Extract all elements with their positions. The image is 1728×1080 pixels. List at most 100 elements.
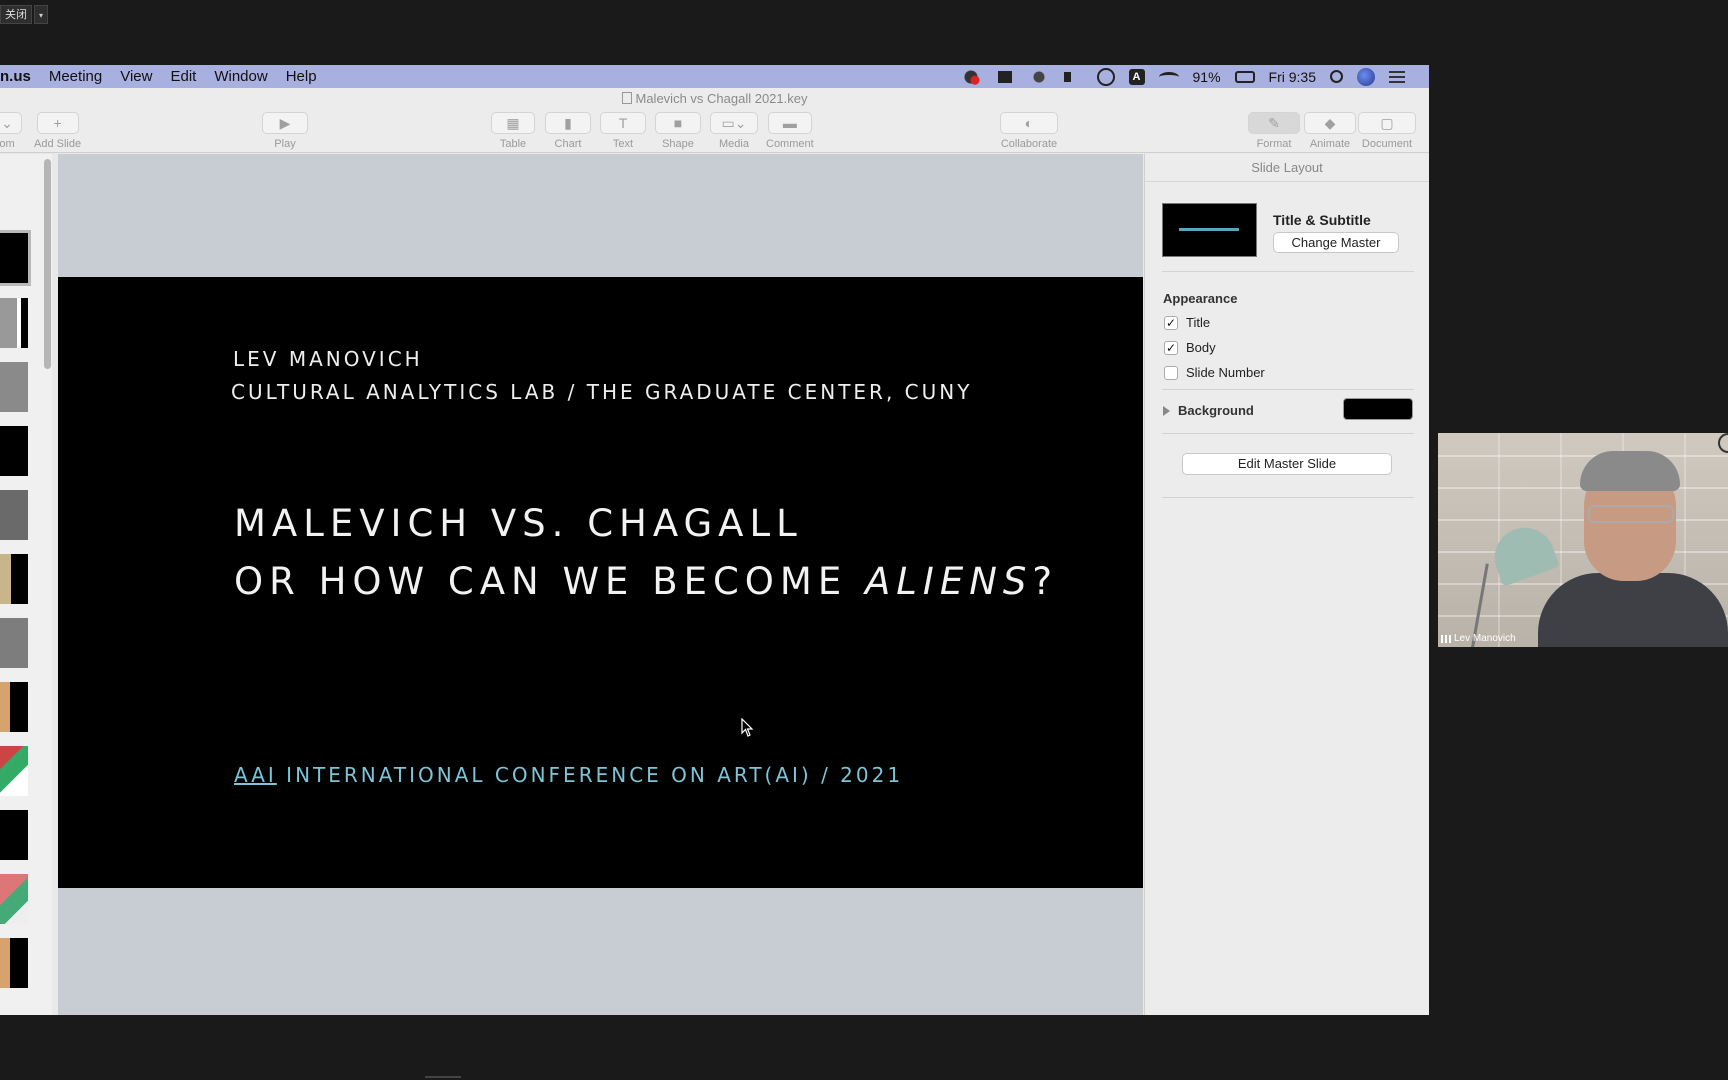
zoom-tool[interactable]: ⌄ om <box>0 112 22 150</box>
media-icon[interactable]: ▭⌄ <box>710 112 758 134</box>
slide-thumbnail[interactable] <box>0 298 28 348</box>
taskbar-indicator <box>425 1076 461 1078</box>
text-tool[interactable]: T Text <box>600 112 646 150</box>
slide-canvas: LEV MANOVICH CULTURAL ANALYTICS LAB / TH… <box>58 154 1143 1015</box>
menu-app-name[interactable]: n.us <box>0 68 40 85</box>
slide-thumbnail[interactable] <box>0 554 28 604</box>
document-title: Malevich vs Chagall 2021.key <box>635 91 808 106</box>
divider <box>1162 389 1414 390</box>
collaborate-tool[interactable]: ◐ Collaborate <box>1000 112 1058 150</box>
cloud-sync-icon[interactable] <box>1028 68 1049 85</box>
comment-icon[interactable]: ▬ <box>767 112 812 134</box>
animate-tool[interactable]: ◆ Animate <box>1304 112 1356 150</box>
chart-tool[interactable]: ▮ Chart <box>545 112 591 150</box>
slide-number-checkbox[interactable] <box>1164 365 1178 380</box>
animate-label: Animate <box>1309 138 1351 150</box>
table-label: Table <box>499 138 527 150</box>
plus-icon[interactable]: + <box>36 112 79 134</box>
signal-bars-icon <box>1441 634 1451 643</box>
spotlight-search-icon[interactable] <box>1330 70 1343 83</box>
slide-conference[interactable]: AAI INTERNATIONAL CONFERENCE ON ART(AI) … <box>234 763 903 787</box>
window-title: Malevich vs Chagall 2021.key <box>0 91 1429 106</box>
document-label: Document <box>1361 138 1413 150</box>
slide-number-checkbox-row[interactable]: Slide Number <box>1164 365 1265 380</box>
title-checkbox[interactable]: ✓ <box>1164 315 1178 330</box>
navigator-scrollbar[interactable] <box>44 159 51 369</box>
volume-icon[interactable] <box>1062 68 1083 85</box>
chart-icon[interactable]: ▮ <box>545 112 591 134</box>
zoom-tool-button[interactable]: ⌄ <box>0 112 22 134</box>
format-tool[interactable]: ✎ Format <box>1248 112 1300 150</box>
table-icon[interactable]: ▦ <box>491 112 535 134</box>
media-label: Media <box>719 138 749 150</box>
slide-thumbnail[interactable] <box>0 938 28 988</box>
siri-icon[interactable] <box>1357 67 1375 86</box>
menubar-clock[interactable]: Fri 9:35 <box>1269 69 1316 85</box>
slide-thumbnail[interactable] <box>0 426 28 476</box>
person-hair <box>1580 451 1680 491</box>
collaborate-icon[interactable]: ◐ <box>1000 112 1058 134</box>
bell-icon[interactable] <box>994 68 1015 85</box>
add-slide-tool[interactable]: + Add Slide <box>34 112 81 150</box>
menu-window[interactable]: Window <box>205 68 276 85</box>
zoom-view-control: 关闭 ▾ <box>0 5 48 24</box>
slide-number-checkbox-label: Slide Number <box>1186 365 1265 380</box>
slide-affiliation[interactable]: CULTURAL ANALYTICS LAB / THE GRADUATE CE… <box>231 380 972 404</box>
title-checkbox-row[interactable]: ✓ Title <box>1164 315 1210 330</box>
control-center-icon[interactable] <box>1389 70 1405 83</box>
text-icon[interactable]: T <box>600 112 646 134</box>
slide-thumbnail[interactable] <box>0 682 28 732</box>
menu-view[interactable]: View <box>111 68 161 85</box>
slide-thumbnail[interactable] <box>0 230 31 286</box>
menu-meeting[interactable]: Meeting <box>40 68 111 85</box>
slide-thumbnail[interactable] <box>0 618 28 668</box>
battery-percent[interactable]: 91% <box>1193 69 1221 85</box>
body-checkbox-row[interactable]: ✓ Body <box>1164 340 1216 355</box>
slide-title-line2-text: OR HOW CAN WE BECOME <box>234 560 865 603</box>
background-label: Background <box>1178 403 1254 418</box>
wifi-icon[interactable] <box>1158 71 1179 82</box>
document-tool[interactable]: ▢ Document <box>1358 112 1416 150</box>
slide-title[interactable]: MALEVICH VS. CHAGALL OR HOW CAN WE BECOM… <box>234 495 1058 611</box>
shape-tool[interactable]: ■ Shape <box>655 112 701 150</box>
slide-title-line2: OR HOW CAN WE BECOME ALIENS? <box>234 553 1058 611</box>
divider <box>1162 271 1414 272</box>
divider <box>1162 433 1414 434</box>
shape-icon[interactable]: ■ <box>655 112 701 134</box>
chevron-down-icon[interactable]: ▾ <box>34 5 48 24</box>
format-label: Format <box>1256 138 1292 150</box>
slide-author[interactable]: LEV MANOVICH <box>233 347 423 371</box>
input-source-icon[interactable]: A <box>1128 68 1145 85</box>
change-master-button[interactable]: Change Master <box>1273 232 1399 253</box>
background-color-well[interactable] <box>1343 398 1413 420</box>
slide[interactable]: LEV MANOVICH CULTURAL ANALYTICS LAB / TH… <box>58 277 1143 888</box>
screen-share-icon[interactable] <box>960 68 981 85</box>
zoom-close-button[interactable]: 关闭 <box>0 5 32 24</box>
document-panel-icon[interactable]: ▢ <box>1358 112 1416 134</box>
media-tool[interactable]: ▭⌄ Media <box>710 112 758 150</box>
comment-tool[interactable]: ▬ Comment <box>766 112 814 150</box>
time-machine-icon[interactable] <box>1096 67 1115 86</box>
body-checkbox[interactable]: ✓ <box>1164 340 1178 355</box>
battery-icon[interactable] <box>1234 70 1255 83</box>
edit-master-slide-button[interactable]: Edit Master Slide <box>1182 453 1392 475</box>
layout-name: Title & Subtitle <box>1273 212 1371 228</box>
disclosure-triangle-icon[interactable] <box>1163 405 1170 416</box>
play-icon[interactable]: ▶ <box>262 112 308 134</box>
table-tool[interactable]: ▦ Table <box>491 112 535 150</box>
slide-thumbnail[interactable] <box>0 746 28 796</box>
play-tool[interactable]: ▶ Play <box>262 112 308 150</box>
animate-icon[interactable]: ◆ <box>1304 112 1356 134</box>
slide-thumbnail[interactable] <box>0 874 28 924</box>
menu-help[interactable]: Help <box>277 68 326 85</box>
person-glasses <box>1588 505 1674 523</box>
menu-edit[interactable]: Edit <box>161 68 205 85</box>
paintbrush-icon[interactable]: ✎ <box>1248 112 1300 134</box>
participant-video[interactable]: Lev Manovich <box>1438 433 1728 647</box>
master-thumbnail[interactable] <box>1162 203 1257 257</box>
slide-thumbnail[interactable] <box>0 810 28 860</box>
document-icon <box>621 92 632 104</box>
background-disclosure[interactable]: Background <box>1163 403 1254 418</box>
slide-thumbnail[interactable] <box>0 490 28 540</box>
slide-thumbnail[interactable] <box>0 362 28 412</box>
